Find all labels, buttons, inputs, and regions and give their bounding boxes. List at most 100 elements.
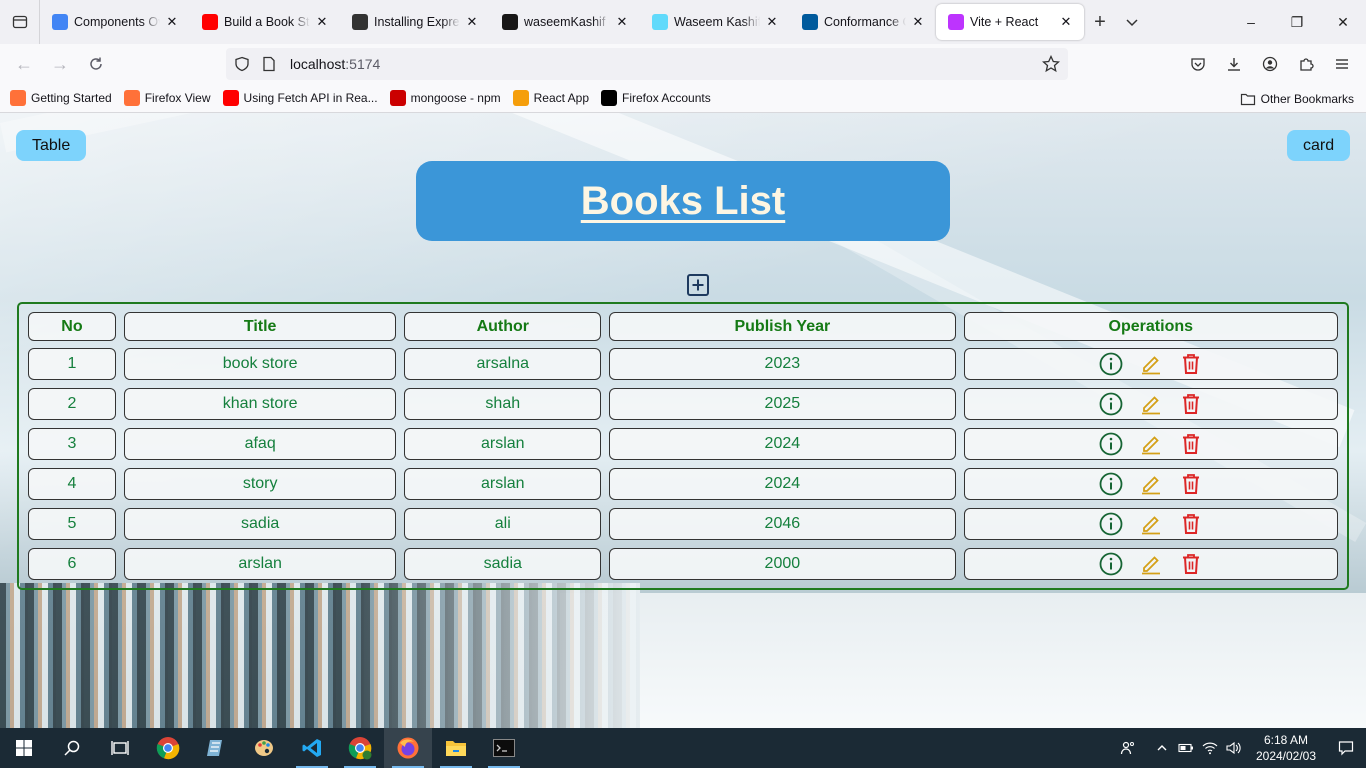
forward-button[interactable]: → [42,48,78,80]
browser-tab[interactable]: Waseem Kashif ✕ [640,4,790,40]
bookmark-star-icon[interactable] [1042,55,1060,73]
tab-list-button[interactable] [0,0,40,44]
background-floor [560,593,1366,728]
info-icon[interactable] [1099,352,1123,376]
delete-trash-icon[interactable] [1179,352,1203,376]
browser-tab[interactable]: Build a Book Store ✕ [190,4,340,40]
nav-bar: ← → localhost:5174 [0,44,1366,84]
browser-tab[interactable]: Components Overview ✕ [40,4,190,40]
npm-icon [389,90,406,106]
close-tab-icon[interactable]: ✕ [910,14,926,30]
info-icon[interactable] [1099,432,1123,456]
minimize-button[interactable]: – [1228,0,1274,44]
taskbar-vscode[interactable] [288,728,336,768]
search-button[interactable] [48,728,96,768]
header-operations: Operations [963,312,1338,341]
table-view-button[interactable]: Table [16,130,87,161]
cell-no: 2 [28,388,116,420]
folder-icon [446,741,466,756]
taskbar-chrome-profile[interactable] [336,728,384,768]
close-tab-icon[interactable]: ✕ [464,14,480,30]
extensions-button[interactable] [1288,48,1324,80]
delete-trash-icon[interactable] [1179,472,1203,496]
back-button[interactable]: ← [6,48,42,80]
w3c-icon [802,14,818,30]
account-button[interactable] [1252,48,1288,80]
list-all-tabs-button[interactable] [1116,6,1148,38]
wifi-icon[interactable] [1198,728,1222,768]
taskbar-notepad[interactable] [192,728,240,768]
taskbar-file-explorer[interactable] [432,728,480,768]
cell-publish-year: 2046 [609,508,956,540]
close-tab-icon[interactable]: ✕ [764,14,780,30]
books-table: No Title Author Publish Year Operations … [17,302,1349,590]
notifications-icon[interactable] [1326,728,1366,768]
card-view-button[interactable]: card [1287,130,1351,161]
table-row: 4 story arslan 2024 [28,468,1338,500]
shield-icon[interactable] [234,56,250,72]
browser-tab[interactable]: Conformance Criteria ✕ [790,4,936,40]
edit-pencil-icon[interactable] [1139,432,1163,456]
bookmark-item[interactable]: Firefox Accounts [601,90,711,106]
menu-button[interactable] [1324,48,1360,80]
taskbar-chrome[interactable] [144,728,192,768]
delete-trash-icon[interactable] [1179,512,1203,536]
header-author: Author [404,312,602,341]
edit-pencil-icon[interactable] [1139,392,1163,416]
address-bar[interactable]: localhost:5174 [226,48,1068,80]
add-book-button[interactable] [686,273,710,297]
edit-pencil-icon[interactable] [1139,552,1163,576]
pocket-button[interactable] [1180,48,1216,80]
tab-list-icon [12,15,27,29]
edit-pencil-icon[interactable] [1139,472,1163,496]
speaker-icon[interactable] [1222,728,1246,768]
info-icon[interactable] [1099,392,1123,416]
page-header: Books List [416,161,950,241]
start-button[interactable] [0,728,48,768]
edit-pencil-icon[interactable] [1139,512,1163,536]
close-window-button[interactable]: ✕ [1320,0,1366,44]
delete-trash-icon[interactable] [1179,432,1203,456]
clock[interactable]: 6:18 AM 2024/02/03 [1246,732,1326,764]
taskbar-terminal[interactable] [480,728,528,768]
info-icon[interactable] [1099,472,1123,496]
taskbar-paint[interactable] [240,728,288,768]
close-tab-icon[interactable]: ✕ [1058,14,1074,30]
people-icon[interactable] [1116,728,1140,768]
info-icon[interactable] [1099,552,1123,576]
browser-tab[interactable]: Installing Express ✕ [340,4,490,40]
close-tab-icon[interactable]: ✕ [314,14,330,30]
battery-icon[interactable] [1174,728,1198,768]
browser-tab[interactable]: Vite + React ✕ [936,4,1084,40]
restore-button[interactable]: ❐ [1274,0,1320,44]
downloads-button[interactable] [1216,48,1252,80]
close-tab-icon[interactable]: ✕ [614,14,630,30]
reload-button[interactable] [78,48,114,80]
bookmark-item[interactable]: mongoose - npm [389,90,501,106]
taskbar-firefox[interactable] [384,728,432,768]
bookmark-item[interactable]: Getting Started [10,90,112,106]
info-icon[interactable] [1099,512,1123,536]
task-view-button[interactable] [96,728,144,768]
header-title: Title [123,312,397,341]
browser-tab[interactable]: waseemKashif (waseem) ✕ [490,4,640,40]
page-info-icon[interactable] [262,56,276,72]
other-bookmarks[interactable]: Other Bookmarks [1240,84,1354,113]
cell-no: 5 [28,508,116,540]
bookmark-item[interactable]: React App [512,90,590,106]
edit-pencil-icon[interactable] [1139,352,1163,376]
new-tab-button[interactable]: + [1084,6,1116,38]
cell-title: sadia [123,508,397,540]
bookmark-label: React App [533,91,590,105]
bookmark-item[interactable]: Using Fetch API in Rea... [222,90,378,106]
chevron-up-icon[interactable] [1150,728,1174,768]
cell-title: afaq [123,428,397,460]
express-icon [352,14,368,30]
close-tab-icon[interactable]: ✕ [164,14,180,30]
delete-trash-icon[interactable] [1179,552,1203,576]
tab-title: Conformance Criteria [824,15,906,29]
delete-trash-icon[interactable] [1179,392,1203,416]
bookmark-item[interactable]: Firefox View [123,90,211,106]
cell-title: book store [123,348,397,380]
tab-title: waseemKashif (waseem) [524,15,610,29]
